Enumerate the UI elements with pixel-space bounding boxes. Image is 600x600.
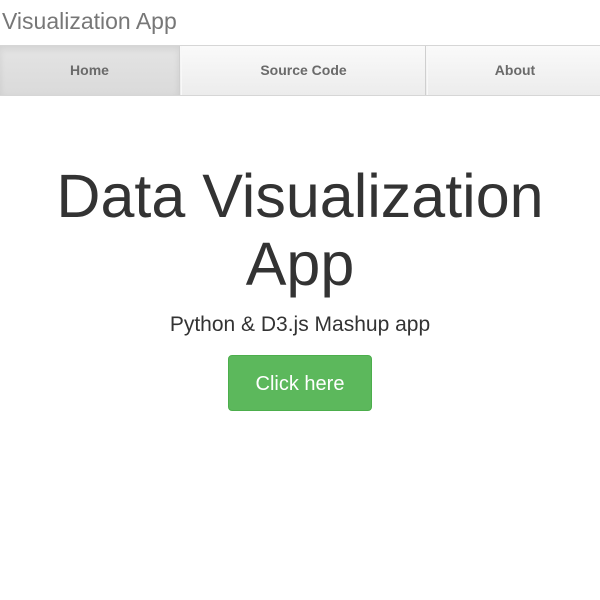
hero-title: Data Visualization App — [56, 162, 544, 298]
nav-item-source-code-label: Source Code — [260, 62, 347, 78]
hero-subtitle: Python & D3.js Mashup app — [169, 313, 431, 336]
app-brand-link[interactable]: Visualization App — [2, 7, 177, 35]
nav-item-about[interactable]: About — [427, 46, 600, 95]
page: Visualization App Home Source Code About… — [0, 0, 600, 600]
hero-section: Data Visualization App Python & D3.js Ma… — [0, 162, 600, 411]
nav-item-home-label: Home — [70, 62, 109, 78]
click-here-button[interactable]: Click here — [228, 355, 372, 411]
nav-item-about-label: About — [494, 62, 536, 78]
nav-item-home[interactable]: Home — [0, 46, 180, 95]
brand-bar: Visualization App — [0, 0, 600, 45]
nav-item-source-code[interactable]: Source Code — [181, 46, 426, 95]
main-navbar: Home Source Code About — [0, 45, 600, 96]
